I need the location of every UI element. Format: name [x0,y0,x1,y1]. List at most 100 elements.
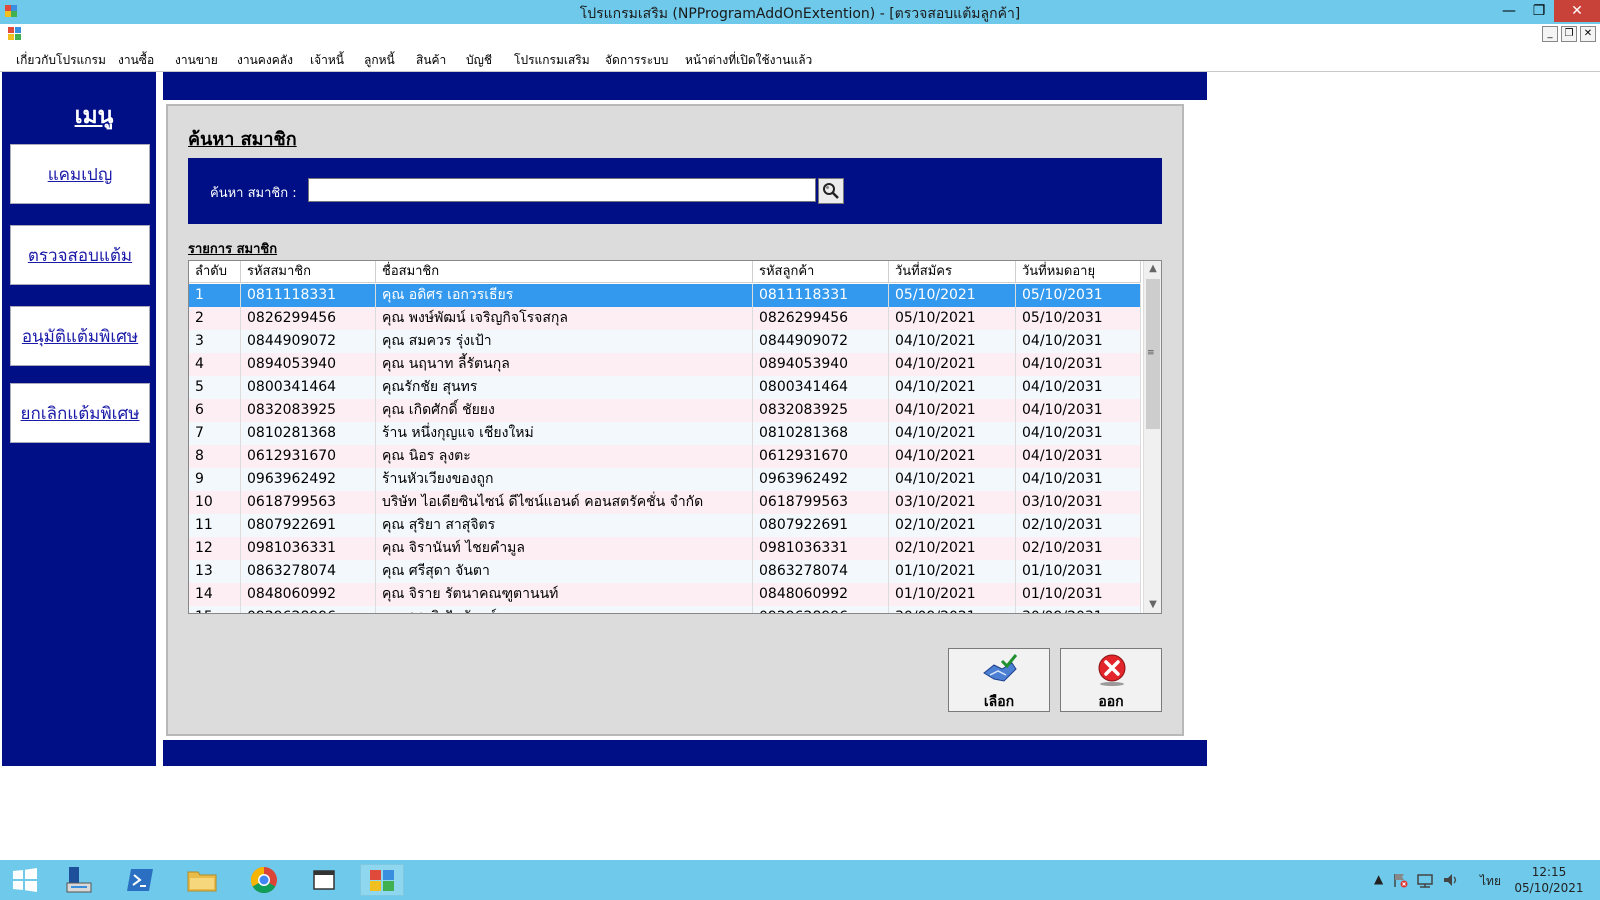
column-header[interactable]: วันที่หมดอายุ [1016,261,1141,283]
taskbar-window[interactable] [302,864,346,896]
member-table: ลำดับ รหัสสมาชิก ชื่อสมาชิก รหัสลูกค้า ว… [188,260,1162,614]
clock-time: 12:15 [1531,865,1567,879]
network-icon[interactable] [1416,872,1434,888]
menu-sales[interactable]: งานขาย [175,51,218,70]
table-row[interactable]: 7 0810281368 ร้าน หนึ่งกุญแจ เชียงใหม่ 0… [189,422,1141,445]
menu-about[interactable]: เกี่ยวกับโปรแกรม [16,51,106,70]
table-cell: 0832083925 [753,399,889,422]
mdi-bar: _ ❐ ✕ [0,24,1600,44]
table-cell: 30/09/2021 [889,606,1016,613]
mdi-minimize-button[interactable]: _ [1542,26,1558,42]
table-cell: 30/09/2031 [1016,606,1141,613]
table-cell: 0863278074 [241,560,376,583]
table-cell: 05/10/2031 [1016,284,1141,307]
table-row[interactable]: 10 0618799563 บริษัท ไอเดียซินไซน์ ดีไซน… [189,491,1141,514]
table-row[interactable]: 6 0832083925 คุณ เกิดศักดิ์ ชัยยง 083208… [189,399,1141,422]
menu-open-windows[interactable]: หน้าต่างที่เปิดใช้งานแล้ว [685,51,812,70]
table-cell: คุณ ศรีสุดา จันตา [376,560,753,583]
search-input[interactable] [308,178,816,202]
column-header[interactable]: รหัสสมาชิก [241,261,376,283]
table-cell: 02/10/2021 [889,537,1016,560]
table-cell: 0618799563 [753,491,889,514]
taskbar-addon-program[interactable] [360,864,404,896]
table-cell: 04/10/2021 [889,330,1016,353]
sidebar-item-approve-special[interactable]: อนุมัติแต้มพิเศษ [10,306,150,366]
table-cell: 0811118331 [241,284,376,307]
table-row[interactable]: 13 0863278074 คุณ ศรีสุดา จันตา 08632780… [189,560,1141,583]
taskbar-chrome[interactable] [242,864,286,896]
maximize-button[interactable]: ❐ [1524,0,1554,22]
menu-inventory[interactable]: งานคงคลัง [237,51,293,70]
table-cell: 01/10/2031 [1016,583,1141,606]
table-row[interactable]: 11 0807922691 คุณ สุริยา สาสุจิตร 080792… [189,514,1141,537]
table-cell: คุณ อดิศร เอกวรเธียร [376,284,753,307]
member-search-form: ค้นหา สมาชิก ค้นหา สมาชิก : รายการ สมาชิ… [166,104,1184,736]
table-row[interactable]: 9 0963962492 ร้านหัวเวียงของถูก 09639624… [189,468,1141,491]
table-row[interactable]: 1 0811118331 คุณ อดิศร เอกวรเธียร 081111… [189,284,1141,307]
table-cell: 0800341464 [241,376,376,399]
table-row[interactable]: 12 0981036331 คุณ จิรานันท์ ไชยคำมูล 098… [189,537,1141,560]
mdi-close-button[interactable]: ✕ [1580,26,1596,42]
minimize-button[interactable]: — [1494,0,1524,22]
volume-icon[interactable] [1442,872,1460,888]
table-cell: 04/10/2031 [1016,422,1141,445]
table-cell: 6 [189,399,241,422]
column-header[interactable]: ลำดับ [189,261,241,283]
exit-button[interactable]: ออก [1060,648,1162,712]
chrome-icon [250,866,277,894]
table-cell: คุณ สุริยา สาสุจิตร [376,514,753,537]
tray-expand-icon[interactable]: ▲ [1374,872,1383,886]
table-cell: บริษัท ไอเดียซินไซน์ ดีไซน์แอนด์ คอนสตรั… [376,491,753,514]
table-cell: 0811118331 [753,284,889,307]
table-cell: 0844909072 [241,330,376,353]
action-center-flag-icon[interactable] [1392,872,1408,888]
table-row[interactable]: 4 0894053940 คุณ นฤนาท ลี้รัตนกุล 089405… [189,353,1141,376]
taskbar-server-manager[interactable] [56,864,100,896]
language-indicator[interactable]: ไทย [1480,872,1501,891]
table-cell: คุณ นฤนาท ลี้รัตนกุล [376,353,753,376]
menu-products[interactable]: สินค้า [416,51,446,70]
menu-receivables[interactable]: ลูกหนี้ [364,51,395,70]
child-window-icon[interactable] [8,27,22,40]
table-cell: 01/10/2031 [1016,560,1141,583]
sidebar-item-campaign[interactable]: แคมเปญ [10,144,150,204]
table-row[interactable]: 2 0826299456 คุณ พงษ์พัฒน์ เจริญกิจโรจสก… [189,307,1141,330]
list-title: รายการ สมาชิก [188,242,278,257]
column-header[interactable]: ชื่อสมาชิก [376,261,753,283]
scroll-up-icon[interactable]: ▲ [1144,261,1161,277]
search-panel: ค้นหา สมาชิก : [188,158,1162,224]
close-button[interactable]: ✕ [1554,0,1600,22]
table-row[interactable]: 5 0800341464 คุณรักชัย สุนทร 0800341464 … [189,376,1141,399]
table-row[interactable]: 8 0612931670 คุณ นิอร ลุงตะ 0612931670 0… [189,445,1141,468]
window-icon [313,870,335,890]
table-row[interactable]: 3 0844909072 คุณ สมควร รุ่งเป้า 08449090… [189,330,1141,353]
mdi-restore-button[interactable]: ❐ [1561,26,1577,42]
sidebar-item-label: ยกเลิกแต้มพิเศษ [20,403,140,424]
table-cell: คุณ จิรานันท์ ไชยคำมูล [376,537,753,560]
search-button[interactable] [818,178,844,204]
menu-payables[interactable]: เจ้าหนี้ [310,51,344,70]
table-cell: 05/10/2021 [889,307,1016,330]
taskbar-clock[interactable]: 12:15 05/10/2021 [1514,864,1584,896]
table-cell: คุณรักชัย สุนทร [376,376,753,399]
table-scrollbar[interactable]: ▲ ≡ ▼ [1143,261,1161,613]
menu-purchase[interactable]: งานซื้อ [118,51,154,70]
table-cell: 0848060992 [753,583,889,606]
sidebar-item-check-points[interactable]: ตรวจสอบแต้ม [10,225,150,285]
start-button[interactable] [3,864,47,896]
table-cell: 03/10/2021 [889,491,1016,514]
menu-accounts[interactable]: บัญชี [466,51,492,70]
table-row[interactable]: 15 0929628996 คุณสุชาติ ปันจันทร์ 092962… [189,606,1141,613]
menu-system[interactable]: จัดการระบบ [605,51,668,70]
taskbar-powershell[interactable] [118,864,162,896]
table-cell: 04/10/2021 [889,376,1016,399]
column-header[interactable]: วันที่สมัคร [889,261,1016,283]
table-row[interactable]: 14 0848060992 คุณ จิราย รัตนาคณฑูตานนท์ … [189,583,1141,606]
sidebar-item-cancel-special[interactable]: ยกเลิกแต้มพิเศษ [10,383,150,443]
table-cell: 4 [189,353,241,376]
menu-addons[interactable]: โปรแกรมเสริม [514,51,590,70]
scroll-down-icon[interactable]: ▼ [1144,597,1161,613]
select-button[interactable]: เลือก [948,648,1050,712]
column-header[interactable]: รหัสลูกค้า [753,261,889,283]
taskbar-file-explorer[interactable] [180,864,224,896]
